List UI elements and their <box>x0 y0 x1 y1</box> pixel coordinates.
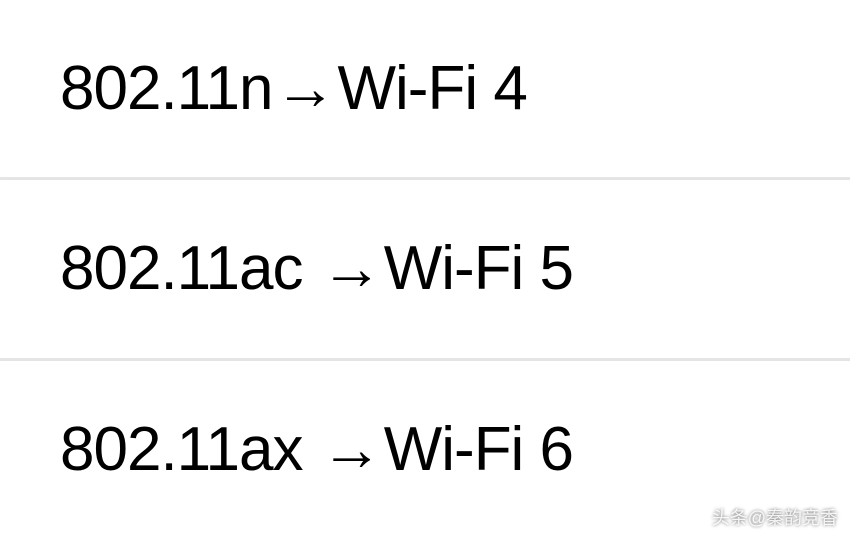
arrow-icon: → <box>275 53 336 124</box>
wifi-name: Wi-Fi 4 <box>338 54 527 123</box>
list-item: 802.11ac →Wi-Fi 5 <box>0 180 850 360</box>
arrow-icon: → <box>321 414 382 485</box>
arrow-icon: → <box>321 233 382 304</box>
wifi-name: Wi-Fi 6 <box>384 415 573 484</box>
ieee-standard: 802.11n <box>60 54 273 123</box>
ieee-standard: 802.11ax <box>60 415 319 484</box>
wifi-standard-label: 802.11ac →Wi-Fi 5 <box>60 233 573 304</box>
wifi-name: Wi-Fi 5 <box>384 234 573 303</box>
wifi-standards-list: 802.11n→Wi-Fi 4 802.11ac →Wi-Fi 5 802.11… <box>0 0 850 538</box>
list-item: 802.11ax →Wi-Fi 6 <box>0 361 850 538</box>
wifi-standard-label: 802.11n→Wi-Fi 4 <box>60 53 527 124</box>
ieee-standard: 802.11ac <box>60 234 319 303</box>
list-item: 802.11n→Wi-Fi 4 <box>0 0 850 180</box>
wifi-standard-label: 802.11ax →Wi-Fi 6 <box>60 414 573 485</box>
